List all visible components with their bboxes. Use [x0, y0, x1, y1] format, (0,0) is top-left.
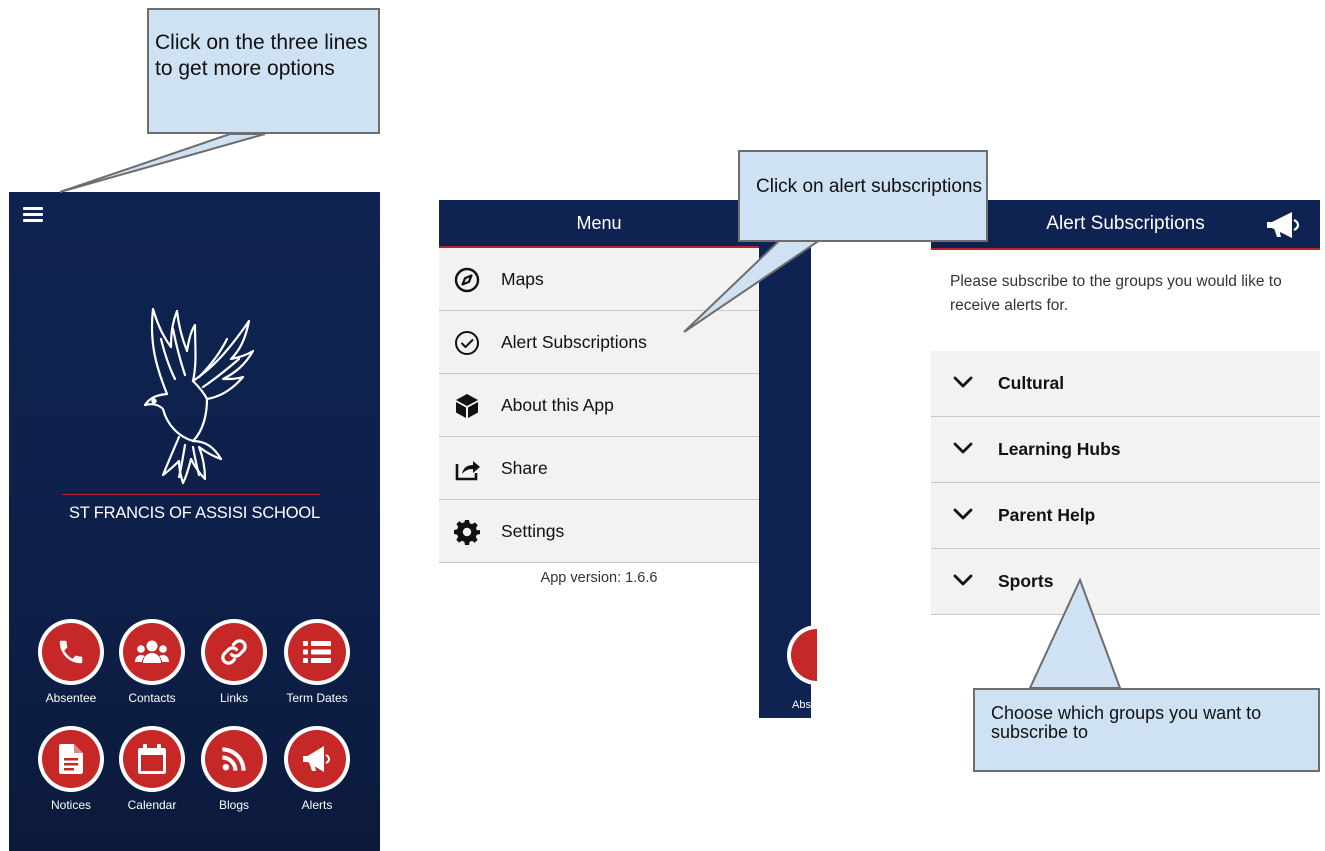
- chevron-down-icon: [953, 508, 973, 520]
- document-icon: [59, 744, 83, 774]
- tile-notices[interactable]: Notices: [31, 726, 111, 812]
- menu-item-about[interactable]: About this App: [439, 374, 759, 437]
- menu-item-label: About this App: [501, 395, 614, 415]
- tile-blogs[interactable]: Blogs: [194, 726, 274, 812]
- calendar-icon: [138, 744, 166, 774]
- tile-label: Absentee: [45, 691, 97, 705]
- menu-item-settings[interactable]: Settings: [439, 500, 759, 563]
- tile-term-dates[interactable]: Term Dates: [277, 619, 357, 705]
- callout-pointer: [680, 240, 850, 340]
- dove-logo: [143, 307, 255, 485]
- share-icon: [455, 461, 480, 481]
- menu-item-label: Alert Subscriptions: [501, 332, 647, 352]
- page-title: Alert Subscriptions: [1046, 213, 1205, 234]
- callout-pointer: [40, 130, 370, 200]
- school-name: ST FRANCIS OF ASSISI SCHOOL: [68, 504, 321, 522]
- home-screen: ST FRANCIS OF ASSISI SCHOOL Absentee Con…: [9, 192, 380, 851]
- callout-menu-hint: Click on the three lines to get more opt…: [147, 8, 380, 134]
- group-parent-help[interactable]: Parent Help: [931, 483, 1320, 549]
- callout-pointer: [1020, 576, 1160, 690]
- tile-label: Calendar: [127, 798, 177, 812]
- tile-label: Term Dates: [286, 691, 348, 705]
- megaphone-icon: [303, 746, 331, 772]
- alert-subscriptions-screen: Alert Subscriptions Please subscribe to …: [931, 200, 1320, 620]
- menu-item-label: Share: [501, 458, 548, 478]
- tile-label: Links: [219, 691, 248, 705]
- tile-alerts[interactable]: Alerts: [277, 726, 357, 812]
- tile-absentee[interactable]: Absentee: [31, 619, 111, 705]
- tile-label: Notices: [50, 798, 91, 812]
- group-label: Cultural: [998, 373, 1065, 393]
- app-version: App version: 1.6.6: [540, 570, 658, 586]
- menu-item-label: Settings: [501, 521, 565, 541]
- rss-icon: [222, 747, 246, 771]
- link-icon: [221, 639, 247, 665]
- logo-divider: [62, 494, 320, 495]
- chevron-down-icon: [953, 376, 973, 388]
- gear-icon: [454, 520, 480, 545]
- list-icon: [303, 641, 331, 663]
- callout-alert-hint: Click on alert subscriptions: [738, 150, 988, 242]
- group-label: Learning Hubs: [998, 439, 1121, 459]
- cube-icon: [456, 394, 478, 418]
- group-learning-hubs[interactable]: Learning Hubs: [931, 417, 1320, 483]
- chevron-down-icon: [953, 574, 973, 586]
- contacts-icon: [135, 640, 169, 663]
- tile-label: Alerts: [301, 798, 333, 812]
- tile-links[interactable]: Links: [194, 619, 274, 705]
- hamburger-menu-icon[interactable]: [23, 207, 43, 222]
- phone-icon: [59, 640, 83, 664]
- chevron-down-icon: [953, 442, 973, 454]
- tile-label: Contacts: [128, 691, 176, 705]
- group-label: Parent Help: [998, 505, 1096, 525]
- group-cultural[interactable]: Cultural: [931, 351, 1320, 417]
- megaphone-icon[interactable]: [1266, 211, 1302, 239]
- menu-item-label: Maps: [501, 269, 544, 289]
- callout-choose-hint: Choose which groups you want to subscrib…: [973, 688, 1320, 772]
- subscriptions-intro: Please subscribe to the groups you would…: [950, 273, 1282, 314]
- check-circle-icon: [455, 331, 479, 355]
- compass-icon: [454, 267, 480, 293]
- menu-item-share[interactable]: Share: [439, 437, 759, 500]
- tile-calendar[interactable]: Calendar: [112, 726, 192, 812]
- peek-tile-label: Abs: [792, 699, 811, 711]
- tile-contacts[interactable]: Contacts: [112, 619, 192, 705]
- tile-label: Blogs: [218, 798, 250, 812]
